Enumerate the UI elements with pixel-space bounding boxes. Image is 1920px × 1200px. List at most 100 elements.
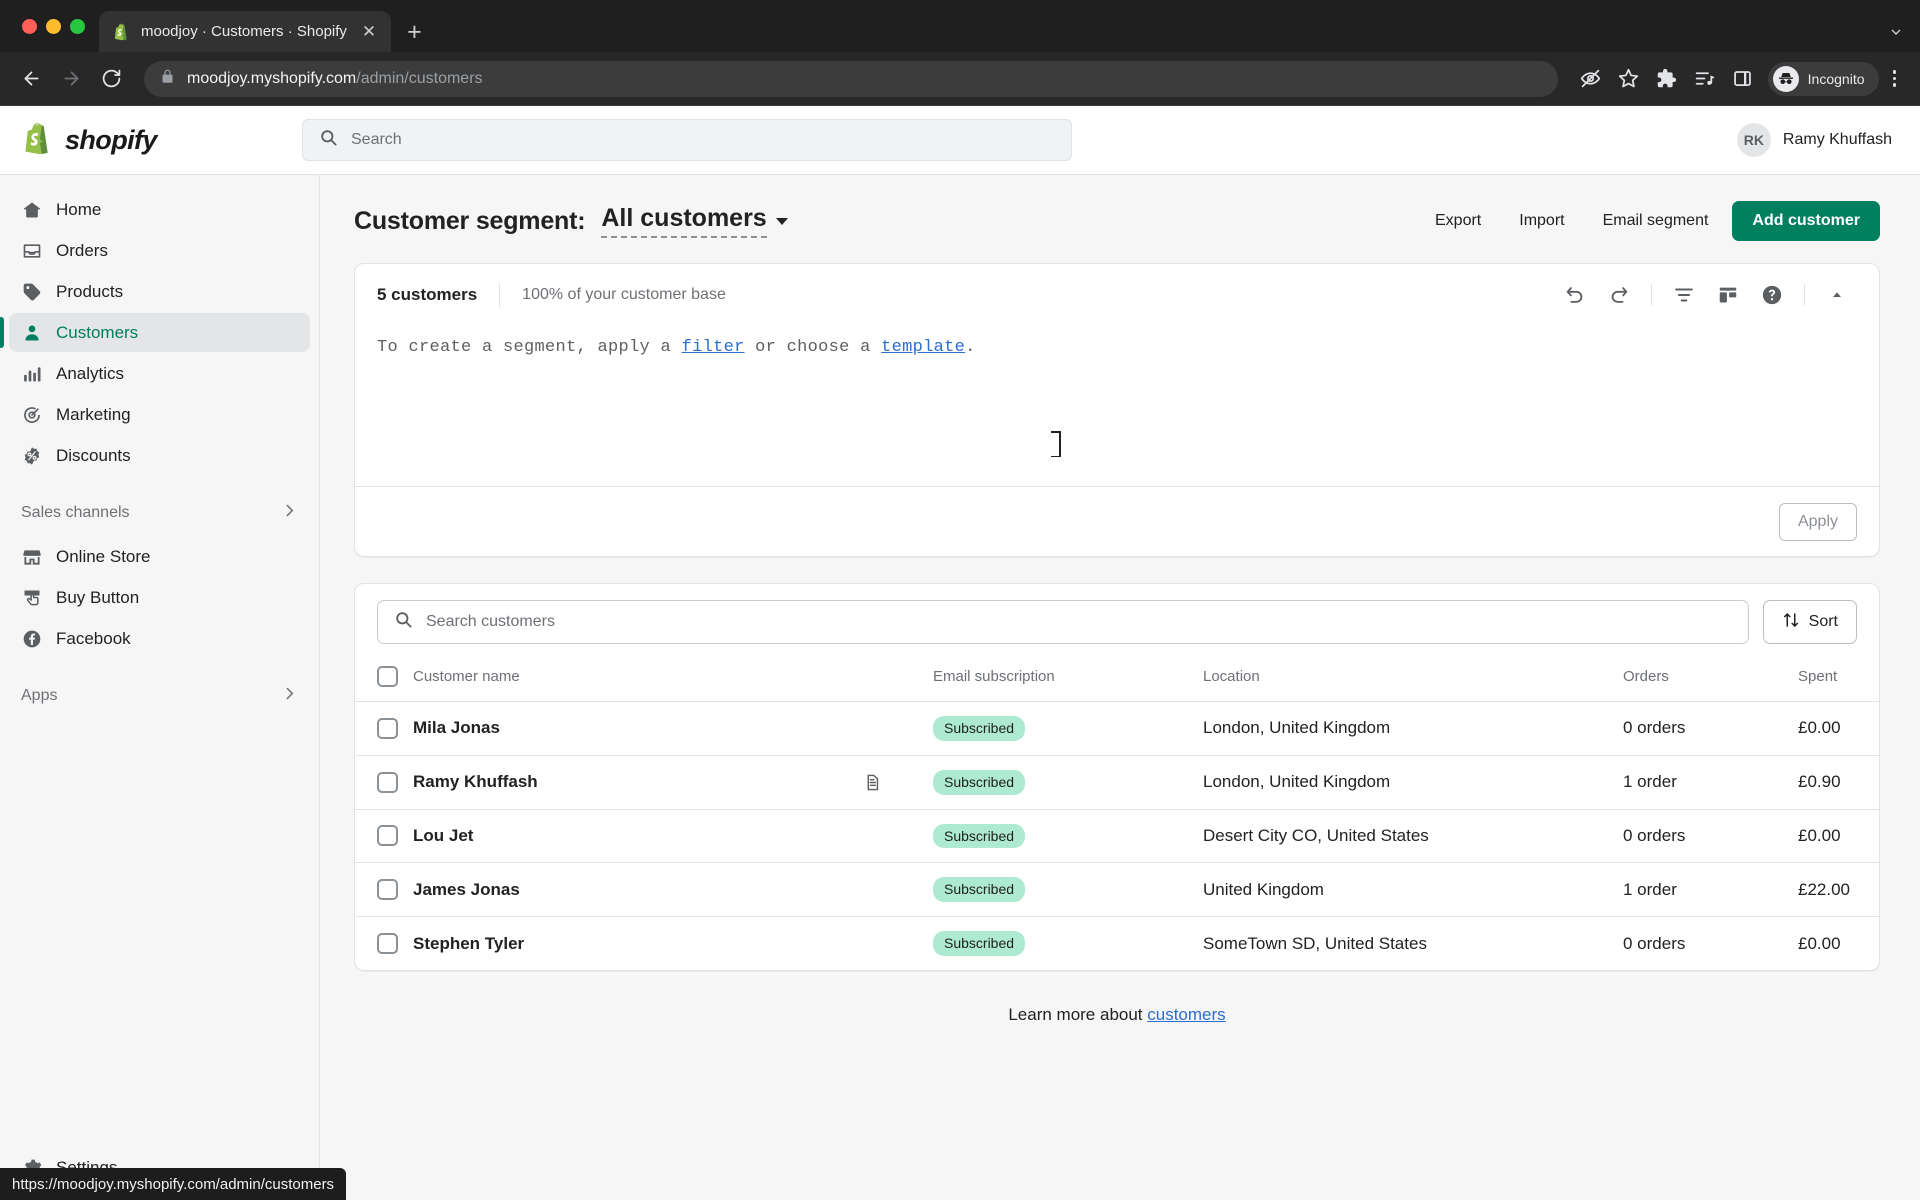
close-window-button[interactable]: [22, 18, 37, 34]
name-cell-wrap: Stephen Tyler: [413, 934, 933, 954]
column-header-email-subscription[interactable]: Email subscription: [933, 658, 1203, 702]
third-party-cookie-blocked-icon[interactable]: [1574, 62, 1608, 96]
search-customers-input[interactable]: Search customers: [377, 600, 1749, 644]
row-select-cell: [355, 808, 413, 863]
minimize-window-button[interactable]: [46, 18, 61, 34]
reading-list-icon[interactable]: [1688, 62, 1722, 96]
sidebar-item-buy-button[interactable]: Buy Button: [9, 578, 310, 617]
browser-window: moodjoy · Customers · Shopify ✕ + moodjo…: [0, 0, 1920, 1200]
chevron-right-icon: [281, 502, 298, 524]
column-header-location[interactable]: Location: [1203, 658, 1623, 702]
cell-customer-name: Ramy Khuffash: [413, 754, 933, 810]
close-tab-button[interactable]: ✕: [357, 20, 381, 43]
maximize-window-button[interactable]: [70, 18, 85, 34]
sidebar-item-customers[interactable]: Customers: [0, 313, 310, 352]
sidebar-item-label: Products: [56, 281, 124, 301]
columns-layout-icon[interactable]: [1708, 275, 1748, 315]
sidebar-item-home[interactable]: Home: [9, 190, 310, 229]
segment-selector[interactable]: All customers: [601, 204, 788, 238]
sidebar-item-label: Customers: [56, 322, 139, 342]
browser-tab[interactable]: moodjoy · Customers · Shopify ✕: [99, 11, 392, 52]
editor-hint-text: To create a segment, apply a filter or c…: [377, 338, 1857, 357]
sidebar-item-facebook[interactable]: Facebook: [9, 619, 310, 658]
collapse-chevron-up-icon[interactable]: [1817, 275, 1857, 315]
cell-email-subscription: Subscribed: [933, 808, 1203, 863]
extensions-puzzle-icon[interactable]: [1650, 62, 1684, 96]
help-question-icon[interactable]: [1752, 275, 1792, 315]
row-checkbox[interactable]: [377, 717, 398, 739]
sidebar-item-marketing[interactable]: Marketing: [9, 395, 310, 434]
column-header-customer-name[interactable]: Customer name: [413, 658, 933, 702]
sidebar-section-sales-channels[interactable]: Sales channels: [9, 492, 310, 534]
customer-count: 5 customers: [377, 285, 478, 304]
column-header-spent[interactable]: Spent: [1798, 658, 1879, 702]
sidebar-item-analytics[interactable]: Analytics: [9, 354, 310, 393]
chevron-right-icon: [281, 685, 298, 707]
customers-help-link[interactable]: customers: [1147, 1005, 1225, 1024]
table-row[interactable]: James Jonas Subscribed United Kingdom 1 …: [355, 862, 1879, 917]
row-checkbox[interactable]: [377, 825, 398, 847]
sidebar-item-orders[interactable]: Orders: [9, 231, 310, 270]
table-row[interactable]: Ramy Khuffash Subscribed London, United …: [355, 754, 1879, 810]
buy-button-icon: [21, 587, 42, 608]
row-checkbox[interactable]: [377, 771, 398, 793]
incognito-profile-button[interactable]: Incognito: [1767, 61, 1879, 96]
export-button[interactable]: Export: [1421, 202, 1495, 240]
chevron-down-icon[interactable]: [1888, 24, 1904, 43]
filter-funnel-icon[interactable]: [1664, 275, 1704, 315]
new-tab-button[interactable]: +: [391, 20, 438, 45]
row-checkbox[interactable]: [377, 933, 398, 955]
shopify-admin: shopify Search RK Ramy Khuffash Home Ord…: [0, 106, 1920, 1200]
bookmark-star-icon[interactable]: [1612, 62, 1646, 96]
sidebar-item-online-store[interactable]: Online Store: [9, 537, 310, 576]
customer-name-text: James Jonas: [413, 879, 520, 899]
account-menu[interactable]: RK Ramy Khuffash: [1736, 123, 1892, 157]
browser-tabstrip: moodjoy · Customers · Shopify ✕ +: [0, 0, 1920, 52]
hint-suffix: .: [965, 338, 976, 357]
sidebar-item-label: Buy Button: [56, 587, 140, 607]
redo-icon[interactable]: [1599, 275, 1639, 315]
back-arrow-icon[interactable]: [14, 62, 48, 96]
select-all-checkbox[interactable]: [377, 666, 398, 687]
undo-icon[interactable]: [1555, 275, 1595, 315]
discount-percent-icon: [21, 445, 42, 466]
note-document-icon[interactable]: [864, 773, 881, 792]
email-segment-button[interactable]: Email segment: [1589, 202, 1723, 240]
sidebar-item-label: Marketing: [56, 404, 131, 424]
sidebar: Home Orders Products Customers Analytics: [0, 175, 320, 1200]
url-domain: moodjoy.myshopify.com: [187, 69, 357, 87]
segment-query-editor[interactable]: To create a segment, apply a filter or c…: [355, 326, 1879, 486]
table-row[interactable]: Mila Jonas Subscribed London, United Kin…: [355, 701, 1879, 756]
add-customer-button[interactable]: Add customer: [1732, 201, 1880, 241]
divider: [499, 283, 501, 307]
table-header-row: Customer name Email subscription Locatio…: [355, 658, 1879, 702]
sort-button[interactable]: Sort: [1762, 600, 1857, 644]
status-badge: Subscribed: [933, 769, 1026, 795]
row-checkbox[interactable]: [377, 879, 398, 901]
sidebar-item-products[interactable]: Products: [9, 272, 310, 311]
table-row[interactable]: Lou Jet Subscribed Desert City CO, Unite…: [355, 808, 1879, 863]
side-panel-icon[interactable]: [1726, 62, 1760, 96]
import-button[interactable]: Import: [1505, 202, 1578, 240]
cell-location: United Kingdom: [1203, 862, 1623, 917]
filter-link[interactable]: filter: [682, 338, 745, 357]
sidebar-item-discounts[interactable]: Discounts: [9, 436, 310, 475]
sidebar-section-apps[interactable]: Apps: [9, 675, 310, 717]
template-link[interactable]: template: [881, 338, 965, 357]
incognito-label: Incognito: [1807, 70, 1865, 87]
product-tag-icon: [21, 281, 42, 302]
column-header-orders[interactable]: Orders: [1623, 658, 1798, 702]
kebab-menu-icon[interactable]: [1883, 70, 1907, 87]
apply-button[interactable]: Apply: [1778, 502, 1857, 541]
cell-orders: 0 orders: [1623, 701, 1798, 756]
name-cell-wrap: Mila Jonas: [413, 718, 933, 738]
cell-orders: 1 order: [1623, 862, 1798, 917]
global-search-input[interactable]: Search: [302, 119, 1072, 161]
sales-channels-label: Sales channels: [21, 504, 130, 521]
shopify-logo[interactable]: shopify: [22, 121, 302, 159]
tab-title: moodjoy · Customers · Shopify: [141, 23, 347, 40]
table-row[interactable]: Stephen Tyler Subscribed SomeTown SD, Un…: [355, 916, 1879, 970]
reload-icon[interactable]: [94, 62, 128, 96]
row-select-cell: [355, 916, 413, 970]
address-bar[interactable]: moodjoy.myshopify.com/admin/customers: [144, 60, 1558, 97]
